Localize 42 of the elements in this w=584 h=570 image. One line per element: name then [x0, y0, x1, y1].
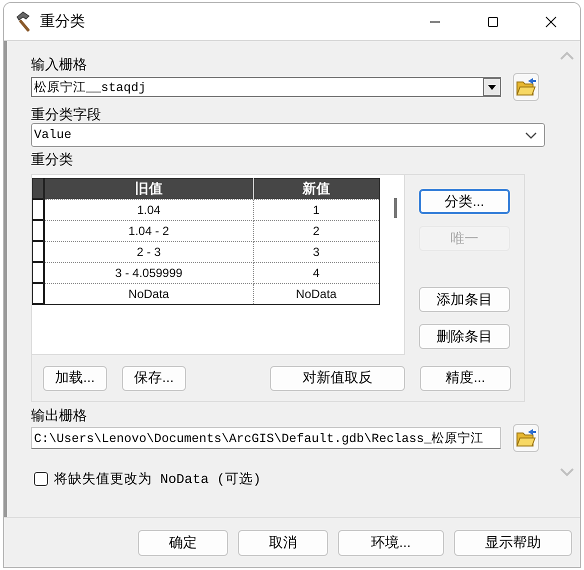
action-button[interactable]: 精度... [420, 366, 511, 390]
output-raster-field[interactable]: C:\Users\Lenovo\Documents\ArcGIS\Default.gdb\Reclass_松原宁江 [31, 427, 501, 449]
dialog-button[interactable]: 环境... [338, 530, 444, 556]
folder-icon [515, 427, 537, 449]
close-icon [545, 16, 557, 28]
action-button[interactable]: 添加条目 [419, 287, 510, 312]
maximize-icon [487, 16, 499, 28]
row-header[interactable] [32, 220, 44, 241]
action-button[interactable]: 对新值取反 [270, 366, 405, 390]
field-label: 重分类字段 [31, 105, 102, 123]
action-button[interactable]: 删除条目 [419, 324, 510, 349]
section-label: 重分类 [31, 150, 74, 168]
open-folder-button[interactable] [513, 424, 539, 452]
row-header[interactable] [32, 262, 44, 283]
table-cell: 1.04 - 2 [44, 220, 254, 241]
reclass-field-dropdown[interactable]: Value [31, 123, 545, 147]
checkbox[interactable] [34, 472, 48, 486]
field-label: 输出栅格 [31, 406, 88, 424]
field-label: 输入栅格 [31, 55, 88, 73]
table-cell: 1.04 [44, 199, 254, 220]
action-button[interactable]: 分类... [419, 189, 510, 214]
table-cell: 3 - 4.059999 [44, 262, 254, 283]
row-header[interactable] [32, 199, 44, 220]
input-raster-dropdown[interactable]: 松原宁江__staqdj [31, 77, 501, 97]
action-button[interactable]: 加载... [43, 366, 107, 390]
table-cell: 2 - 3 [44, 241, 254, 262]
checkbox-label: 将缺失值更改为 NoData (可选) [53, 471, 262, 488]
dialog-button[interactable]: 确定 [138, 530, 228, 556]
action-button[interactable]: 保存... [122, 366, 186, 390]
dialog-button[interactable]: 显示帮助 [454, 530, 572, 556]
dropdown-arrow-icon [487, 83, 497, 91]
dialog-button[interactable]: 取消 [238, 530, 328, 556]
chevron-down-icon [525, 130, 537, 140]
row-header[interactable] [32, 283, 44, 304]
row-header[interactable] [32, 241, 44, 262]
table-cell: 1 [253, 199, 380, 220]
scroll-thumb[interactable] [394, 198, 397, 218]
folder-icon [515, 76, 537, 98]
column-header[interactable]: 新值 [253, 178, 380, 199]
window-title: 重分类 [40, 12, 86, 31]
column-header[interactable]: 旧值 [44, 178, 254, 199]
open-folder-button[interactable] [513, 73, 539, 101]
